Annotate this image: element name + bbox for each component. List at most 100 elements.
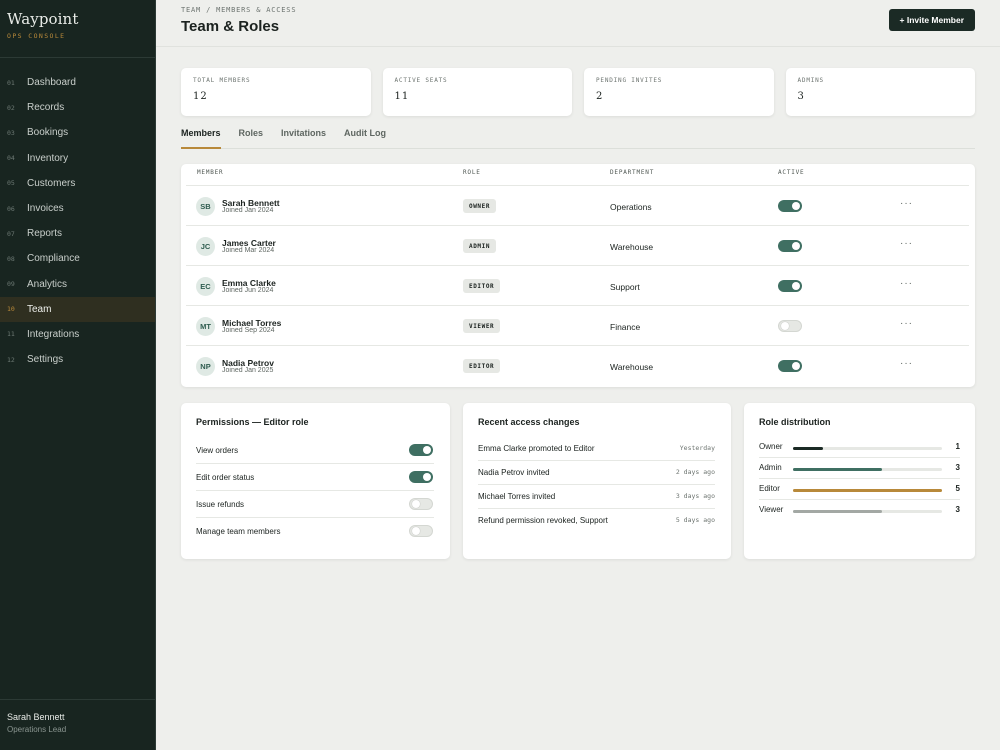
stat-card-total-members: TOTAL MEMBERS 12 bbox=[181, 68, 371, 116]
member-department: Finance bbox=[610, 322, 641, 332]
member-department: Support bbox=[610, 282, 640, 292]
members-table: MEMBER ROLE DEPARTMENT ACTIVE SB Sarah B… bbox=[181, 164, 975, 387]
more-actions-icon[interactable]: ··· bbox=[900, 278, 913, 289]
change-time: 2 days ago bbox=[675, 468, 715, 476]
nav-number: 09 bbox=[7, 280, 15, 289]
sidebar-item-bookings[interactable]: 03 Bookings bbox=[0, 120, 155, 145]
tab-members[interactable]: Members bbox=[181, 128, 221, 149]
avatar: EC bbox=[196, 277, 215, 296]
distribution-bar-fill bbox=[793, 510, 883, 513]
permissions-card: Permissions — Editor role View orders Ed… bbox=[181, 403, 450, 559]
distribution-bar-fill bbox=[793, 468, 883, 471]
role-label: Admin bbox=[759, 463, 782, 472]
distribution-row: Viewer 3 bbox=[759, 500, 960, 521]
change-text: Michael Torres invited bbox=[478, 492, 556, 501]
brand-name: Waypoint bbox=[7, 10, 79, 28]
card-title: Permissions — Editor role bbox=[196, 417, 309, 427]
nav-label: Invoices bbox=[27, 203, 64, 215]
current-user[interactable]: Sarah Bennett Operations Lead bbox=[0, 699, 155, 750]
stat-value: 2 bbox=[596, 91, 604, 102]
nav-label: Compliance bbox=[27, 253, 80, 265]
nav-label: Team bbox=[27, 303, 52, 315]
role-count: 3 bbox=[955, 505, 960, 514]
table-row[interactable]: SB Sarah Bennett Joined Jan 2024 OWNER O… bbox=[186, 186, 969, 226]
distribution-bar-fill bbox=[793, 489, 942, 492]
permission-row: View orders bbox=[196, 437, 434, 464]
stat-label: TOTAL MEMBERS bbox=[193, 77, 251, 84]
sidebar-item-analytics[interactable]: 09 Analytics bbox=[0, 272, 155, 297]
sidebar: Waypoint OPS CONSOLE 01 Dashboard 02 Recor… bbox=[0, 0, 156, 750]
nav-number: 07 bbox=[7, 229, 15, 238]
stat-value: 3 bbox=[797, 91, 805, 102]
tab-audit-log[interactable]: Audit Log bbox=[344, 128, 386, 149]
role-badge[interactable]: EDITOR bbox=[463, 359, 501, 373]
permission-toggle[interactable] bbox=[409, 498, 433, 510]
list-item: Emma Clarke promoted to Editor Yesterday bbox=[478, 437, 715, 461]
more-actions-icon[interactable]: ··· bbox=[900, 238, 913, 249]
member-joined: Joined Jun 2024 bbox=[222, 287, 274, 294]
active-toggle[interactable] bbox=[778, 200, 802, 212]
team-tabs: Members Roles Invitations Audit Log bbox=[181, 128, 975, 149]
active-toggle[interactable] bbox=[778, 320, 802, 332]
permission-label: View orders bbox=[196, 446, 239, 455]
active-toggle[interactable] bbox=[778, 280, 802, 292]
permission-row: Issue refunds bbox=[196, 491, 434, 518]
sidebar-item-inventory[interactable]: 04 Inventory bbox=[0, 146, 155, 171]
invite-member-button[interactable]: + Invite Member bbox=[888, 9, 975, 31]
tab-roles[interactable]: Roles bbox=[239, 128, 264, 149]
change-text: Emma Clarke promoted to Editor bbox=[478, 444, 595, 453]
stat-value: 12 bbox=[193, 91, 208, 102]
sidebar-item-settings[interactable]: 12 Settings bbox=[0, 347, 155, 372]
sidebar-item-team[interactable]: 10 Team bbox=[0, 296, 155, 322]
role-badge[interactable]: OWNER bbox=[463, 199, 497, 213]
tab-invitations[interactable]: Invitations bbox=[281, 128, 326, 149]
nav-number: 08 bbox=[7, 254, 15, 263]
distribution-bar-track bbox=[793, 510, 942, 513]
role-badge[interactable]: ADMIN bbox=[463, 239, 497, 253]
permission-toggle[interactable] bbox=[409, 525, 433, 537]
sidebar-item-reports[interactable]: 07 Reports bbox=[0, 221, 155, 246]
change-text: Nadia Petrov invited bbox=[478, 468, 550, 477]
sidebar-item-records[interactable]: 02 Records bbox=[0, 95, 155, 120]
table-row[interactable]: NP Nadia Petrov Joined Jan 2025 EDITOR W… bbox=[186, 346, 969, 386]
role-count: 1 bbox=[955, 442, 960, 451]
sidebar-item-invoices[interactable]: 06 Invoices bbox=[0, 196, 155, 221]
brand-subtitle: OPS CONSOLE bbox=[7, 32, 66, 40]
column-header-department[interactable]: DEPARTMENT bbox=[610, 169, 654, 176]
distribution-bar-track bbox=[793, 468, 942, 471]
sidebar-item-customers[interactable]: 05 Customers bbox=[0, 171, 155, 196]
avatar: JC bbox=[196, 237, 215, 256]
table-row[interactable]: JC James Carter Joined Mar 2024 ADMIN Wa… bbox=[186, 226, 969, 266]
column-header-role[interactable]: ROLE bbox=[463, 169, 481, 176]
more-actions-icon[interactable]: ··· bbox=[900, 198, 913, 209]
permission-toggle[interactable] bbox=[409, 444, 433, 456]
active-toggle[interactable] bbox=[778, 360, 802, 372]
nav-label: Customers bbox=[27, 177, 76, 189]
list-item: Refund permission revoked, Support 5 day… bbox=[478, 509, 715, 533]
more-actions-icon[interactable]: ··· bbox=[900, 358, 913, 369]
nav-label: Inventory bbox=[27, 152, 69, 164]
active-toggle[interactable] bbox=[778, 240, 802, 252]
distribution-row: Owner 1 bbox=[759, 437, 960, 458]
table-row[interactable]: EC Emma Clarke Joined Jun 2024 EDITOR Su… bbox=[186, 266, 969, 306]
nav-number: 01 bbox=[7, 78, 15, 87]
sidebar-item-dashboard[interactable]: 01 Dashboard bbox=[0, 70, 155, 95]
avatar: SB bbox=[196, 197, 215, 216]
sidebar-item-integrations[interactable]: 11 Integrations bbox=[0, 322, 155, 347]
member-joined: Joined Jan 2025 bbox=[222, 367, 274, 374]
role-badge[interactable]: EDITOR bbox=[463, 279, 501, 293]
member-joined: Joined Mar 2024 bbox=[222, 247, 275, 254]
nav-number: 02 bbox=[7, 103, 15, 112]
role-badge[interactable]: VIEWER bbox=[463, 319, 501, 333]
more-actions-icon[interactable]: ··· bbox=[900, 318, 913, 329]
sidebar-item-compliance[interactable]: 08 Compliance bbox=[0, 246, 155, 271]
nav-label: Reports bbox=[27, 228, 63, 240]
column-header-active[interactable]: ACTIVE bbox=[778, 169, 804, 176]
permission-toggle[interactable] bbox=[409, 471, 433, 483]
column-header-member[interactable]: MEMBER bbox=[197, 169, 223, 176]
list-item: Michael Torres invited 3 days ago bbox=[478, 485, 715, 509]
stat-card-admins: ADMINS 3 bbox=[785, 68, 975, 116]
table-row[interactable]: MT Michael Torres Joined Sep 2024 VIEWER… bbox=[186, 306, 969, 346]
distribution-bar-fill bbox=[793, 447, 823, 450]
brand: Waypoint OPS CONSOLE bbox=[0, 0, 155, 58]
